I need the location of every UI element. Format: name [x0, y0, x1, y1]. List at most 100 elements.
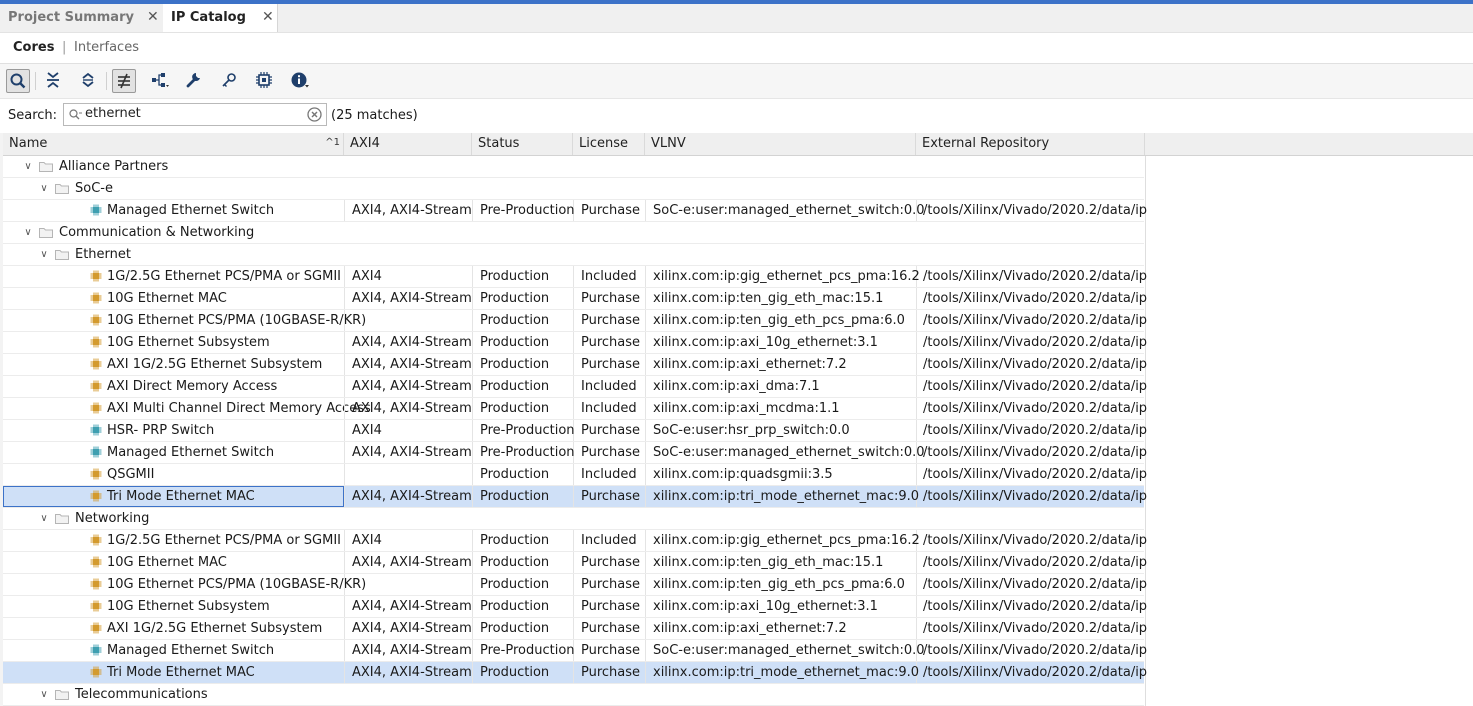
- axi4-cell: AXI4: [352, 533, 382, 548]
- table-row[interactable]: Tri Mode Ethernet MAC AXI4, AXI4-Stream Pr…: [3, 486, 1147, 508]
- tree-folder-row[interactable]: ∨ SoC-e: [3, 178, 1144, 200]
- name-cell: ∨ SoC-e: [3, 178, 344, 199]
- table-row[interactable]: 1G/2.5G Ethernet PCS/PMA or SGMII AXI4 Pro…: [3, 530, 1147, 552]
- column-header-external-repository[interactable]: External Repository: [916, 133, 1145, 155]
- tree-folder-row[interactable]: ∨ Telecommunications: [3, 684, 1144, 706]
- tree-folder-row[interactable]: ∨ Networking: [3, 508, 1144, 530]
- table-row[interactable]: 1G/2.5G Ethernet PCS/PMA or SGMII AXI4 Pro…: [3, 266, 1147, 288]
- name-cell: 10G Ethernet MAC: [3, 552, 344, 573]
- column-divider: [344, 640, 345, 661]
- ip-name: AXI 1G/2.5G Ethernet Subsystem: [107, 621, 323, 636]
- tab-project-summary[interactable]: Project Summary ✕: [0, 4, 163, 32]
- collapse-all-icon: [47, 72, 59, 88]
- column-divider: [916, 574, 917, 595]
- tree-folder-row[interactable]: ∨ Ethernet: [3, 244, 1144, 266]
- toolbar: [0, 64, 1473, 99]
- column-header-license[interactable]: License: [573, 133, 645, 155]
- column-header-vlnv[interactable]: VLNV: [645, 133, 916, 155]
- repo-cell: /tools/Xilinx/Vivado/2020.2/data/ip: [923, 467, 1148, 482]
- table-row[interactable]: Managed Ethernet Switch AXI4, AXI4-Stream…: [3, 200, 1147, 222]
- expand-all-button[interactable]: [77, 69, 101, 93]
- table-row[interactable]: 10G Ethernet MAC AXI4, AXI4-Stream Product…: [3, 552, 1147, 574]
- table-row[interactable]: AXI 1G/2.5G Ethernet Subsystem AXI4, AXI4…: [3, 354, 1147, 376]
- repo-cell: /tools/Xilinx/Vivado/2020.2/data/ip: [923, 599, 1148, 614]
- tree-folder-row[interactable]: ∨ Alliance Partners: [3, 156, 1144, 178]
- table-row[interactable]: 10G Ethernet MAC AXI4, AXI4-Stream Product…: [3, 288, 1148, 310]
- column-divider: [344, 486, 345, 507]
- chip-button[interactable]: [253, 69, 277, 93]
- name-cell: Managed Ethernet Switch: [3, 442, 344, 463]
- column-divider: [344, 376, 345, 397]
- status-cell: Production: [480, 291, 550, 306]
- ip-core-icon: [90, 644, 102, 660]
- column-divider: [645, 420, 646, 441]
- close-icon[interactable]: ✕: [262, 4, 274, 31]
- repo-cell: /tools/Xilinx/Vivado/2020.2/data/ip: [923, 313, 1148, 328]
- view-switcher: Cores | Interfaces: [0, 33, 1473, 64]
- sort-ascending-icon: ^1: [325, 137, 340, 148]
- table-row[interactable]: AXI Multi Channel Direct Memory Access AX…: [3, 398, 1147, 420]
- table-row[interactable]: 10G Ethernet PCS/PMA (10GBASE-R/KR) Produ…: [3, 574, 1147, 596]
- wrench-button[interactable]: [183, 69, 207, 93]
- tab-bar: Project Summary ✕ IP Catalog ✕: [0, 4, 1473, 33]
- ip-name: QSGMII: [107, 467, 155, 482]
- column-divider: [573, 530, 574, 551]
- hierarchy-button[interactable]: [148, 69, 172, 93]
- table-row[interactable]: AXI 1G/2.5G Ethernet Subsystem AXI4, AXI4…: [3, 618, 1147, 640]
- interfaces-link[interactable]: Interfaces: [74, 33, 139, 62]
- table-row[interactable]: 10G Ethernet PCS/PMA (10GBASE-R/KR) Produ…: [3, 310, 1148, 332]
- filter-button[interactable]: [112, 69, 136, 93]
- tree-folder-row[interactable]: ∨ Communication & Networking: [3, 222, 1144, 244]
- name-cell: Tri Mode Ethernet MAC: [3, 486, 344, 507]
- axi4-cell: AXI4, AXI4-Stream: [352, 621, 472, 636]
- table-row[interactable]: 10G Ethernet Subsystem AXI4, AXI4-Stream P…: [3, 332, 1147, 354]
- chevron-down-icon[interactable]: ∨: [37, 684, 51, 705]
- license-cell: Purchase: [581, 423, 641, 438]
- table-row[interactable]: QSGMII Production Included xilinx.com:ip:qu…: [3, 464, 1148, 486]
- status-cell: Production: [480, 269, 550, 284]
- clear-search-icon[interactable]: [307, 107, 322, 126]
- tab-ip-catalog[interactable]: IP Catalog ✕: [163, 4, 278, 32]
- column-divider: [916, 398, 917, 419]
- name-cell: ∨ Communication & Networking: [3, 222, 344, 243]
- search-button[interactable]: [6, 69, 30, 93]
- column-header-name[interactable]: Name ^1: [3, 133, 344, 155]
- column-divider: [916, 618, 917, 639]
- table-row[interactable]: Managed Ethernet Switch AXI4, AXI4-Stream…: [3, 442, 1147, 464]
- search-row: Search: ethernet (25 matches): [0, 99, 1473, 133]
- folder-name: SoC-e: [75, 181, 113, 196]
- status-cell: Production: [480, 401, 550, 416]
- cores-link[interactable]: Cores: [13, 33, 54, 62]
- column-header-axi4[interactable]: AXI4: [344, 133, 472, 155]
- name-cell: Managed Ethernet Switch: [3, 200, 344, 221]
- column-divider: [916, 552, 917, 573]
- license-cell: Purchase: [581, 313, 641, 328]
- ip-core-icon: [90, 468, 102, 484]
- column-header-status[interactable]: Status: [472, 133, 573, 155]
- close-icon[interactable]: ✕: [147, 4, 159, 31]
- name-cell: QSGMII: [3, 464, 344, 485]
- repo-cell: /tools/Xilinx/Vivado/2020.2/data/ip: [923, 291, 1148, 306]
- table-row[interactable]: Managed Ethernet Switch AXI4, AXI4-Stream…: [3, 640, 1147, 662]
- search-input[interactable]: ethernet: [63, 103, 327, 126]
- ip-name: AXI 1G/2.5G Ethernet Subsystem: [107, 357, 323, 372]
- collapse-all-button[interactable]: [42, 69, 66, 93]
- column-divider: [472, 486, 473, 507]
- name-cell: ∨ Networking: [3, 508, 344, 529]
- chevron-down-icon[interactable]: ∨: [37, 178, 51, 199]
- chevron-down-icon[interactable]: ∨: [21, 222, 35, 243]
- key-button[interactable]: [218, 69, 242, 93]
- chevron-down-icon[interactable]: ∨: [21, 156, 35, 177]
- table-row[interactable]: AXI Direct Memory Access AXI4, AXI4-Strea…: [3, 376, 1147, 398]
- chevron-down-icon[interactable]: ∨: [37, 244, 51, 265]
- chevron-down-icon[interactable]: ∨: [37, 508, 51, 529]
- column-divider: [573, 618, 574, 639]
- name-cell: 10G Ethernet PCS/PMA (10GBASE-R/KR): [3, 310, 366, 331]
- column-divider: [344, 310, 345, 331]
- info-button[interactable]: [288, 69, 312, 93]
- search-value[interactable]: ethernet: [85, 106, 141, 121]
- table-row[interactable]: Tri Mode Ethernet MAC AXI4, AXI4-Stream Pr…: [3, 662, 1147, 684]
- column-divider: [645, 640, 646, 661]
- table-row[interactable]: 10G Ethernet Subsystem AXI4, AXI4-Stream P…: [3, 596, 1148, 618]
- table-row[interactable]: HSR- PRP Switch AXI4 Pre-Production Purchas…: [3, 420, 1147, 442]
